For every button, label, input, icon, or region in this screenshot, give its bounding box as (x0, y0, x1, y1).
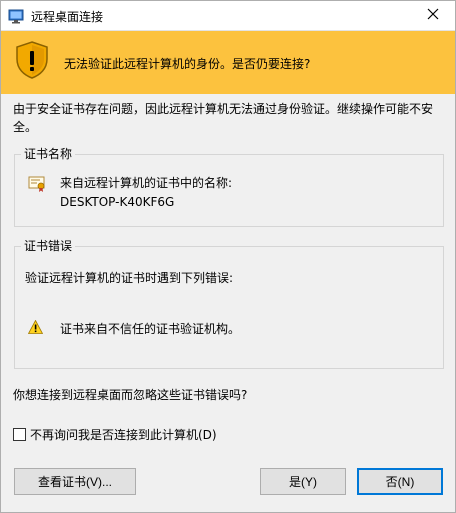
window-title: 远程桌面连接 (31, 10, 104, 24)
rdp-dialog-window: 远程桌面连接 无法验证此远程计算机的身份。是否仍要连接? 由于安全证书存在问题，… (0, 0, 456, 513)
view-certificate-button[interactable]: 查看证书(V)... (14, 468, 136, 495)
cert-error-intro: 验证远程计算机的证书时遇到下列错误: (25, 271, 234, 285)
remote-desktop-icon (8, 8, 24, 24)
cert-error-item: 证书来自不信任的证书验证机构。 (60, 322, 241, 336)
cert-name-group: 证书名称 来自远程计算机的证书中的名称: DESKTOP-K40KF6G (14, 145, 444, 227)
cert-error-group: 证书错误 验证远程计算机的证书时遇到下列错误: 证书来自不信任的证书验证机构。 (14, 237, 444, 369)
banner-message: 无法验证此远程计算机的身份。是否仍要连接? (64, 57, 311, 71)
cert-name-group-label: 证书名称 (21, 145, 76, 162)
cert-name-caption: 来自远程计算机的证书中的名称: (60, 176, 233, 190)
warning-icon (27, 319, 44, 334)
cert-name-value: DESKTOP-K40KF6G (60, 195, 175, 209)
dont-ask-again-checkbox[interactable] (13, 428, 26, 441)
title-bar[interactable]: 远程桌面连接 (1, 1, 455, 31)
close-icon (427, 8, 439, 23)
no-button[interactable]: 否(N) (357, 468, 443, 495)
cert-error-group-label: 证书错误 (21, 237, 76, 254)
dont-ask-again-label[interactable]: 不再询问我是否连接到此计算机(D) (30, 426, 217, 443)
dont-ask-again-row[interactable]: 不再询问我是否连接到此计算机(D) (13, 426, 217, 443)
close-button[interactable] (411, 1, 455, 30)
ignore-errors-question: 你想连接到远程桌面而忽略这些证书错误吗? (13, 388, 248, 402)
certificate-icon (28, 175, 46, 193)
intro-text: 由于安全证书存在问题，因此远程计算机无法通过身份验证。继续操作可能不安全。 (13, 102, 434, 134)
yes-button[interactable]: 是(Y) (260, 468, 346, 495)
warning-banner: 无法验证此远程计算机的身份。是否仍要连接? (1, 31, 455, 94)
shield-warning-icon (15, 41, 49, 79)
